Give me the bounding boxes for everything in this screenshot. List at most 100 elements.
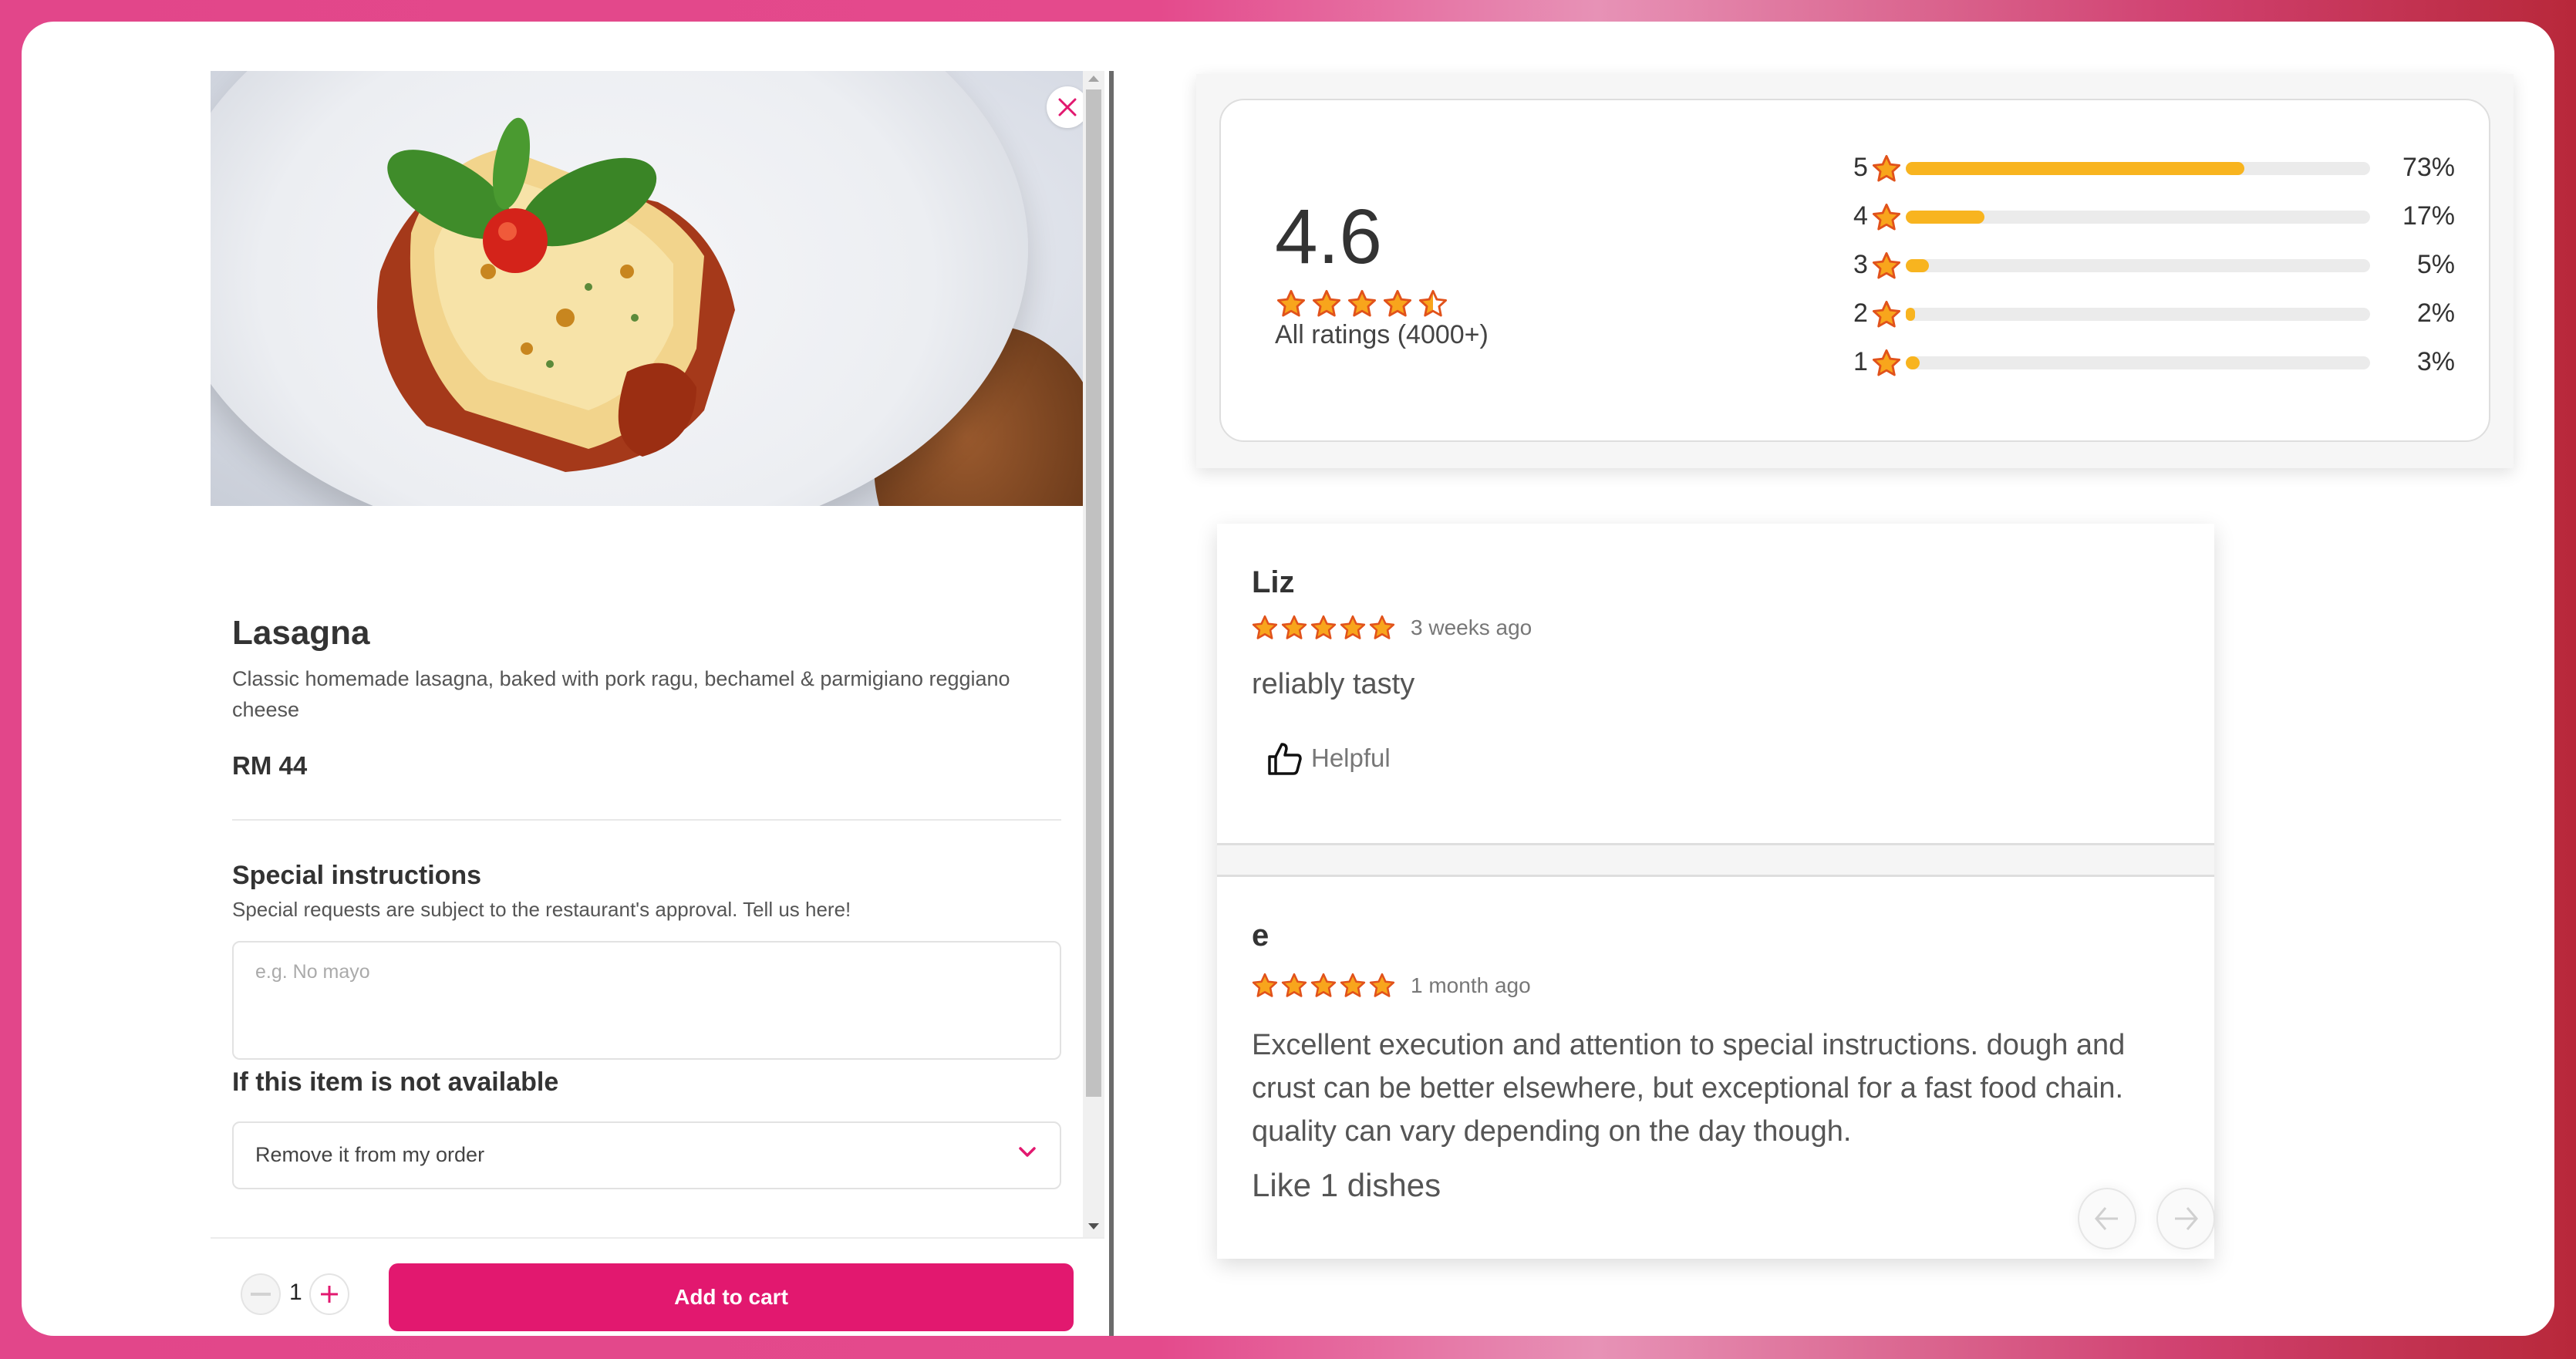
like-dishes-label: Like 1 dishes <box>1252 1167 1441 1203</box>
close-button[interactable] <box>1047 86 1083 128</box>
next-review-button[interactable] <box>2156 1188 2215 1249</box>
star-icon <box>1872 251 1901 285</box>
star-icon <box>1281 973 1307 997</box>
star-icon <box>1872 154 1901 182</box>
distribution-bar-track <box>1906 356 2370 369</box>
unavailable-selected-value: Remove it from my order <box>255 1143 485 1166</box>
scroll-up-arrow[interactable] <box>1088 76 1099 82</box>
modal-scrollbar[interactable] <box>1083 71 1104 1237</box>
special-instructions-placeholder: e.g. No mayo <box>255 961 370 983</box>
divider <box>232 819 1061 821</box>
item-image <box>211 71 1083 506</box>
distribution-percent: 5% <box>2416 250 2455 279</box>
star-icon <box>1418 289 1448 317</box>
item-modal: Lasagna Classic homemade lasagna, baked … <box>211 71 1114 1336</box>
special-instructions-title: Special instructions <box>232 861 482 890</box>
distribution-percent: 3% <box>2416 347 2455 376</box>
star-icon <box>1872 300 1901 333</box>
distribution-row: 1 3% <box>1853 347 2455 378</box>
distribution-percent: 2% <box>2416 298 2455 328</box>
star-icon <box>1872 203 1901 236</box>
distribution-bar-fill <box>1906 356 1920 369</box>
distribution-star-label: 5 <box>1853 153 1868 182</box>
distribution-bar-fill <box>1906 308 1916 321</box>
scroll-down-arrow[interactable] <box>1088 1223 1099 1229</box>
distribution-bar-fill <box>1906 211 1985 224</box>
lasagna-illustration <box>377 117 735 472</box>
star-icon <box>1252 973 1278 997</box>
star-icon <box>1347 289 1377 317</box>
distribution-row: 4 17% <box>1853 201 2455 232</box>
star-icon <box>1281 615 1307 639</box>
distribution-bar-track <box>1906 259 2370 272</box>
star-icon <box>1872 203 1901 231</box>
star-icon <box>1369 615 1395 639</box>
review-meta: 3 weeks ago <box>1252 615 1532 641</box>
special-instructions-input[interactable]: e.g. No mayo <box>232 941 1061 1060</box>
distribution-bar-track <box>1906 308 2370 321</box>
ratings-summary-panel: 4.6 All ratings (4000+) 5 73% 4 17% 3 5%… <box>1196 74 2514 468</box>
review-meta: 1 month ago <box>1252 973 1531 999</box>
review-text: Excellent execution and attention to spe… <box>1252 1029 2126 1148</box>
distribution-bar-track <box>1906 162 2370 175</box>
scroll-thumb[interactable] <box>1086 89 1101 1097</box>
quantity-decrease-button[interactable] <box>241 1273 281 1315</box>
star-icon <box>1310 615 1337 639</box>
minus-icon <box>251 1293 271 1296</box>
helpful-label: Helpful <box>1311 744 1391 772</box>
star-icon <box>1310 973 1337 997</box>
reviewer-name: Liz <box>1252 565 1295 599</box>
helpful-button[interactable]: Helpful <box>1266 740 1391 777</box>
average-rating-stars <box>1276 289 1448 319</box>
reviews-card: Liz 3 weeks ago reliably tasty Helpful e… <box>1217 524 2215 1259</box>
item-price: RM 44 <box>232 751 308 780</box>
distribution-bar-track <box>1906 211 2370 224</box>
chevron-down-icon <box>1019 1147 1036 1157</box>
previous-review-button[interactable] <box>2078 1188 2136 1249</box>
arrow-right-icon <box>2175 1207 2198 1230</box>
review-time: 3 weeks ago <box>1411 615 1532 639</box>
distribution-star-label: 2 <box>1853 298 1868 328</box>
distribution-row: 5 73% <box>1853 153 2455 184</box>
star-icon <box>1340 973 1366 997</box>
star-icon <box>1340 615 1366 639</box>
average-rating: 4.6 <box>1275 194 1383 280</box>
star-icon <box>1872 300 1901 328</box>
distribution-star-label: 3 <box>1853 250 1868 279</box>
review-text: reliably tasty <box>1252 668 1415 700</box>
plus-icon <box>321 1286 338 1303</box>
item-title: Lasagna <box>232 614 370 652</box>
close-icon <box>1058 98 1077 116</box>
reviewer-name: e <box>1252 919 1269 953</box>
review-stars <box>1252 615 1395 641</box>
distribution-percent: 17% <box>2402 201 2455 231</box>
review-time: 1 month ago <box>1411 973 1531 997</box>
star-icon <box>1312 289 1341 317</box>
distribution-bar-fill <box>1906 259 1930 272</box>
all-ratings-count: All ratings (4000+) <box>1275 320 1489 349</box>
distribution-star-label: 4 <box>1853 201 1868 231</box>
modal-footer: 1 Add to cart <box>211 1237 1104 1336</box>
star-icon <box>1276 289 1306 317</box>
distribution-row: 3 5% <box>1853 250 2455 281</box>
distribution-percent: 73% <box>2402 153 2455 182</box>
star-icon <box>1252 615 1278 639</box>
quantity-increase-button[interactable] <box>309 1273 349 1315</box>
quantity-value: 1 <box>289 1280 302 1305</box>
star-icon <box>1872 251 1901 279</box>
review-separator <box>1217 843 2214 877</box>
unavailable-select[interactable]: Remove it from my order <box>232 1121 1061 1189</box>
special-instructions-subtitle: Special requests are subject to the rest… <box>232 898 851 921</box>
distribution-star-label: 1 <box>1853 347 1868 376</box>
add-to-cart-button[interactable]: Add to cart <box>389 1263 1074 1331</box>
star-icon <box>1872 349 1901 376</box>
modal-scroll-area: Lasagna Classic homemade lasagna, baked … <box>211 71 1083 1237</box>
distribution-row: 2 2% <box>1853 298 2455 329</box>
unavailable-title: If this item is not available <box>232 1067 559 1097</box>
star-icon <box>1872 349 1901 382</box>
review-stars <box>1252 973 1395 999</box>
page-frame: Lasagna Classic homemade lasagna, baked … <box>22 22 2554 1336</box>
ratings-summary-card: 4.6 All ratings (4000+) 5 73% 4 17% 3 5%… <box>1219 99 2490 442</box>
item-description: Classic homemade lasagna, baked with por… <box>232 667 1010 721</box>
star-icon <box>1872 154 1901 187</box>
